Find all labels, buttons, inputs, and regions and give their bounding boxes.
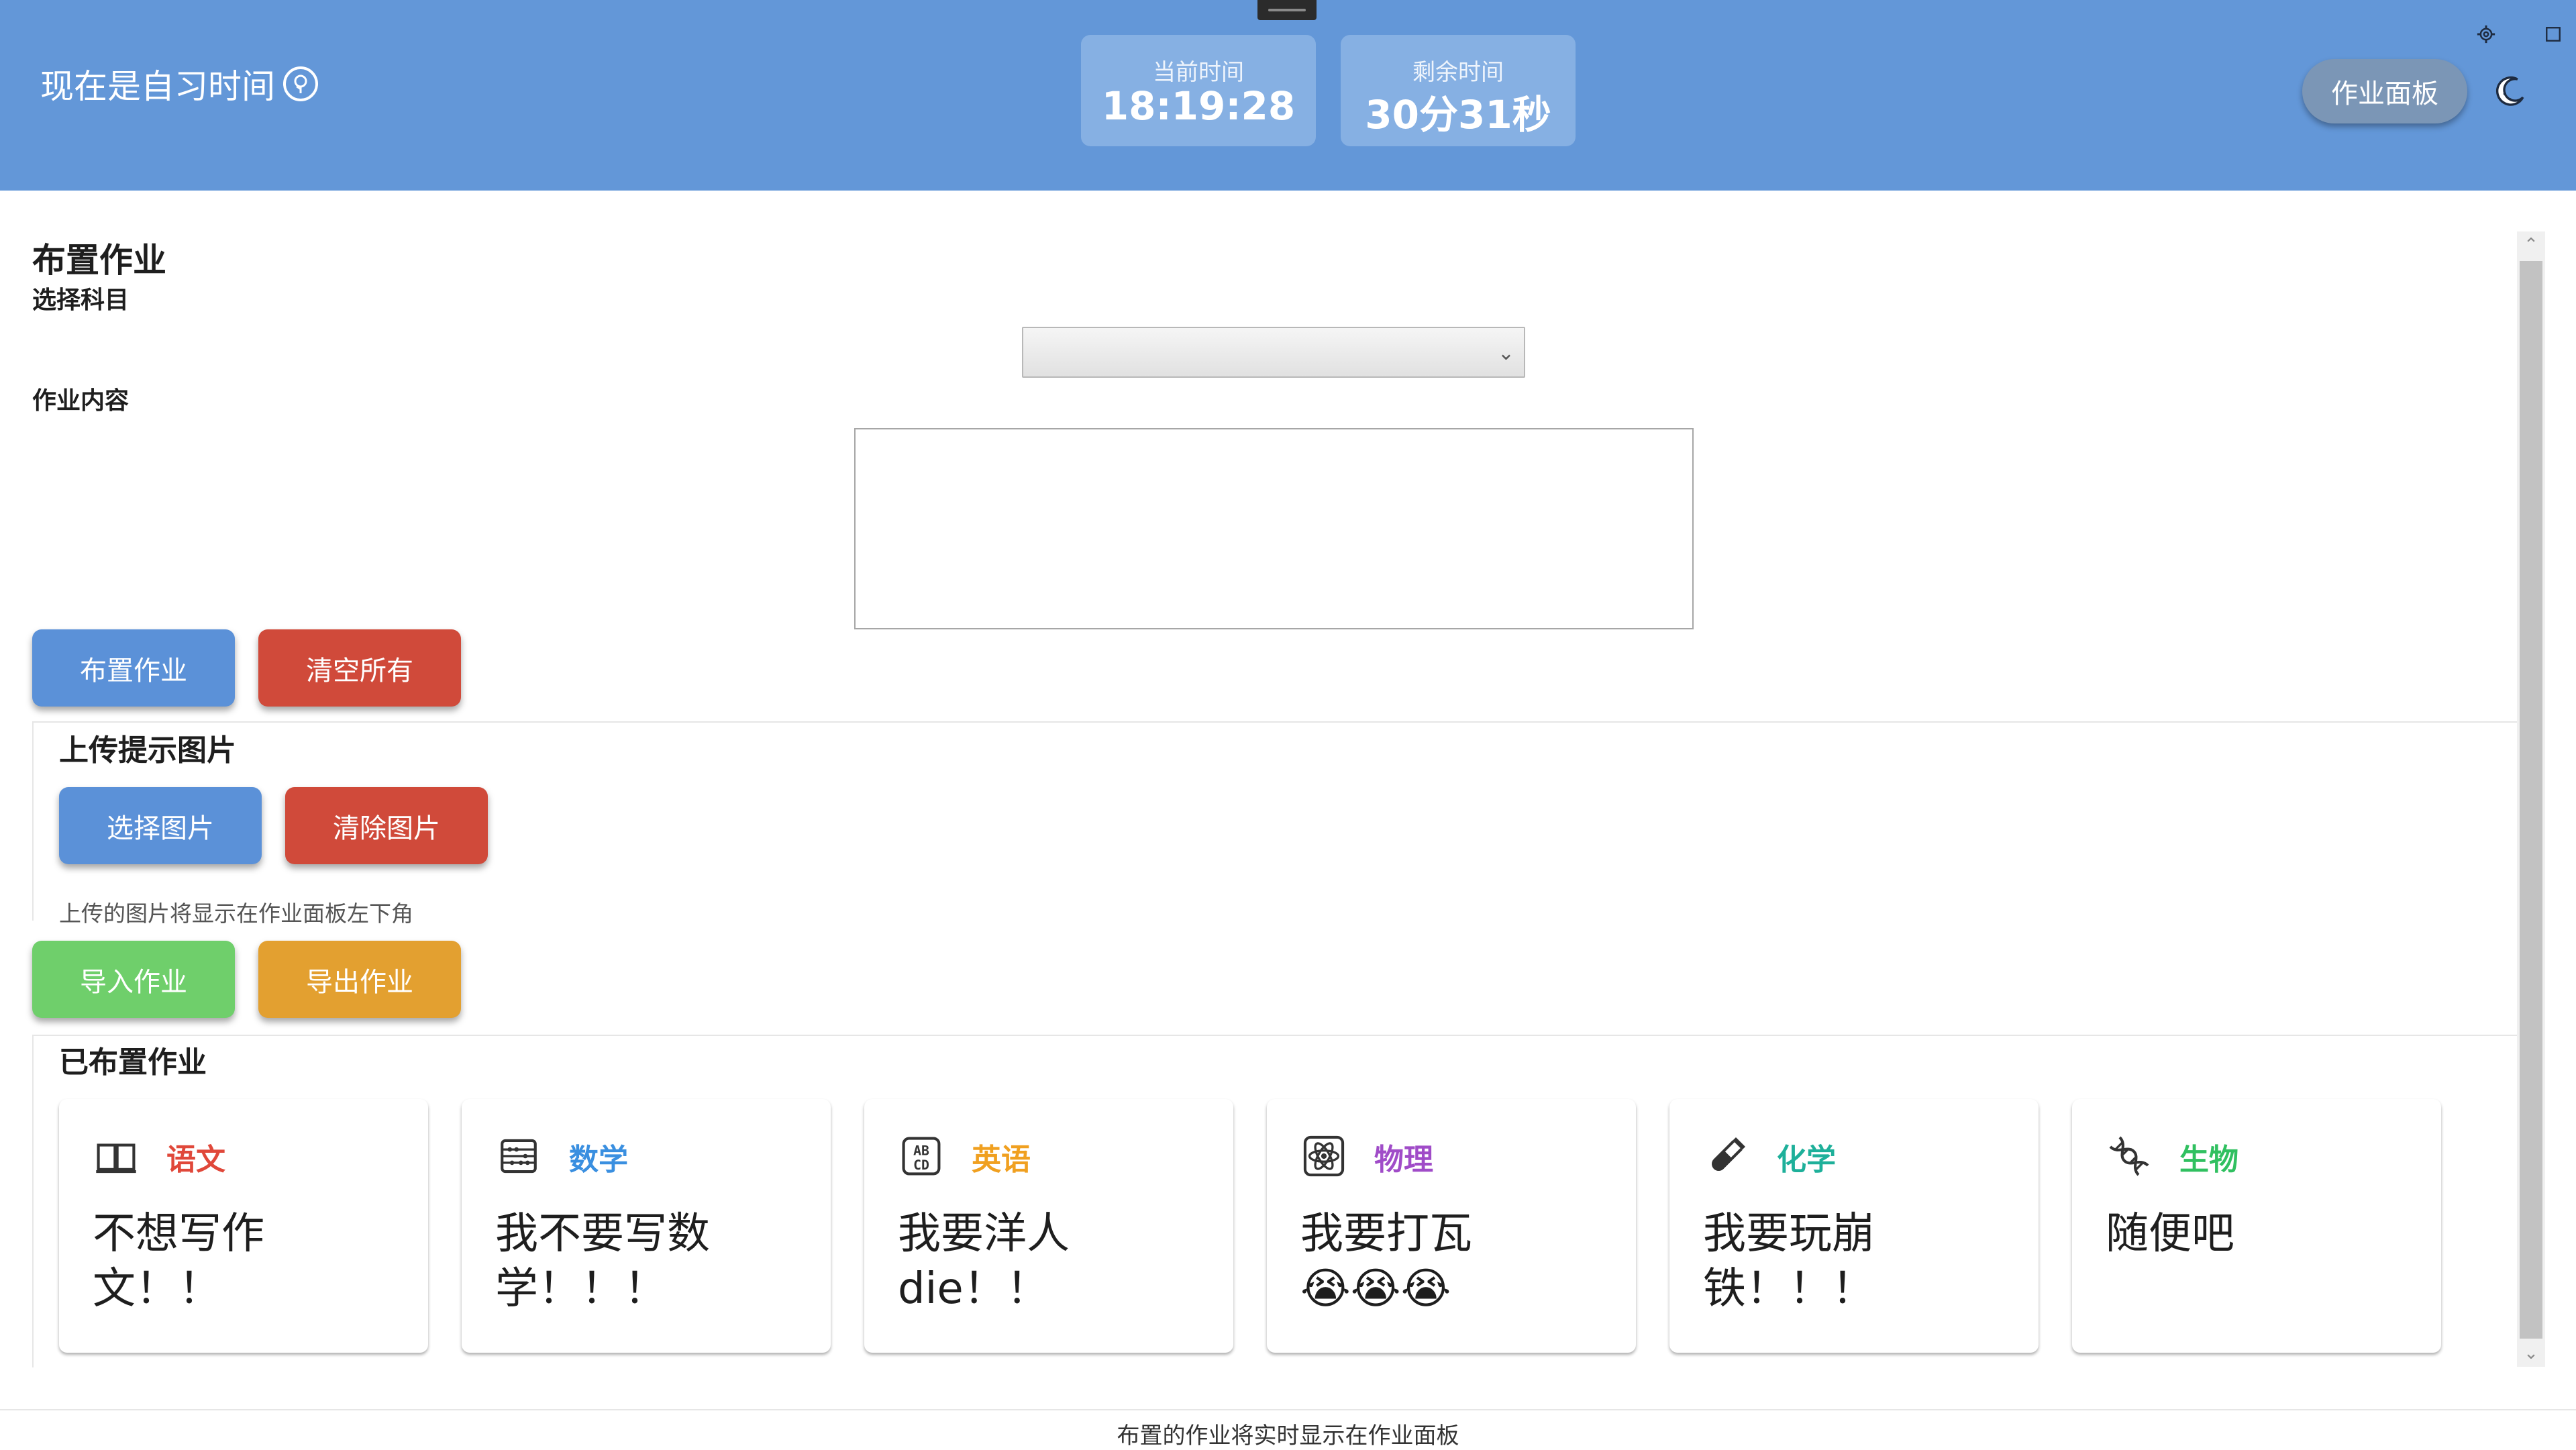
card-content: 随便吧 [2106,1209,2234,1259]
card-subject: 化学 [1777,1143,1836,1177]
homework-card-chinese[interactable]: 语文 不想写作文！！ [59,1099,428,1353]
import-button[interactable]: 导入作业 [32,941,235,1018]
test-tube-icon [1712,1137,1746,1171]
assign-title: 布置作业 [32,241,166,280]
card-subject: 英语 [972,1143,1031,1177]
card-content: 我要打瓦 😭😭😭 [1300,1206,1582,1316]
homework-card-chemistry[interactable]: 化学 我要玩崩铁！！！ [1669,1099,2039,1353]
app-title: 现在是自习时间 [40,62,318,106]
drag-handle[interactable] [1257,0,1317,20]
app-title-text: 现在是自习时间 [40,67,275,106]
svg-text:AB: AB [913,1143,929,1158]
card-content: 我要洋人die！！ [898,1209,1070,1314]
svg-text:CD: CD [913,1157,929,1173]
subject-select[interactable]: ⌄ [1022,327,1525,378]
remaining-time-value: 30分31秒 [1365,92,1551,138]
card-content: 我要玩崩铁！！！ [1703,1209,1875,1314]
vertical-scrollbar[interactable]: ⌃ ⌄ [2517,231,2545,1367]
homework-content-input[interactable] [854,428,1694,629]
assign-button[interactable]: 布置作业 [32,629,235,707]
footer-hint: 布置的作业将实时显示在作业面板 [1117,1422,1459,1449]
abacus-icon [501,1139,537,1174]
card-content: 不想写作文！！ [93,1209,264,1314]
assigned-title: 已布置作业 [59,1045,207,1080]
footer-divider [0,1409,2576,1410]
card-subject: 数学 [569,1143,628,1177]
upload-title: 上传提示图片 [59,733,236,768]
content-label: 作业内容 [32,387,130,415]
maximize-icon[interactable] [2540,21,2566,47]
current-time-label: 当前时间 [1153,59,1244,86]
dna-icon [2109,1136,2149,1176]
card-subject: 物理 [1374,1143,1433,1177]
scroll-up-icon[interactable]: ⌃ [2517,231,2545,258]
tree-icon [283,66,318,101]
remaining-time-card: 剩余时间 30分31秒 [1341,35,1576,146]
homework-card-math[interactable]: 数学 我不要写数学！！！ [462,1099,831,1353]
export-button[interactable]: 导出作业 [258,941,461,1018]
crying-emoji: 😭😭😭 [1300,1264,1451,1314]
clear-image-button[interactable]: 清除图片 [285,787,488,864]
scroll-down-icon[interactable]: ⌄ [2517,1340,2545,1367]
moon-icon[interactable] [2489,71,2531,113]
settings-icon[interactable] [2473,21,2499,47]
card-content: 我不要写数学！！！ [495,1209,710,1314]
abcd-icon: ABCD [902,1137,941,1176]
homework-panel-button[interactable]: 作业面板 [2302,59,2467,123]
current-time-card: 当前时间 18:19:28 [1081,35,1316,146]
card-subject: 生物 [2179,1143,2238,1177]
top-bar: 现在是自习时间 当前时间 18:19:28 剩余时间 30分31秒 作业面板 [0,0,2576,191]
card-content-text: 我要打瓦 [1300,1209,1472,1259]
chevron-down-icon: ⌄ [1497,342,1514,365]
book-icon [96,1143,136,1174]
homework-card-biology[interactable]: 生物 随便吧 [2072,1099,2441,1353]
homework-card-english[interactable]: AB CD 英语 我要洋人die！！ [864,1099,1233,1353]
current-time-value: 18:19:28 [1101,83,1296,129]
choose-image-button[interactable]: 选择图片 [59,787,262,864]
atom-icon [1303,1135,1345,1177]
scrollbar-thumb[interactable] [2520,261,2542,1339]
clear-all-button[interactable]: 清空所有 [258,629,461,707]
remaining-time-label: 剩余时间 [1412,59,1504,86]
upload-hint: 上传的图片将显示在作业面板左下角 [59,900,413,927]
card-subject: 语文 [166,1143,225,1177]
homework-card-physics[interactable]: 物理 我要打瓦 😭😭😭 [1267,1099,1636,1353]
subject-label: 选择科目 [32,287,130,314]
